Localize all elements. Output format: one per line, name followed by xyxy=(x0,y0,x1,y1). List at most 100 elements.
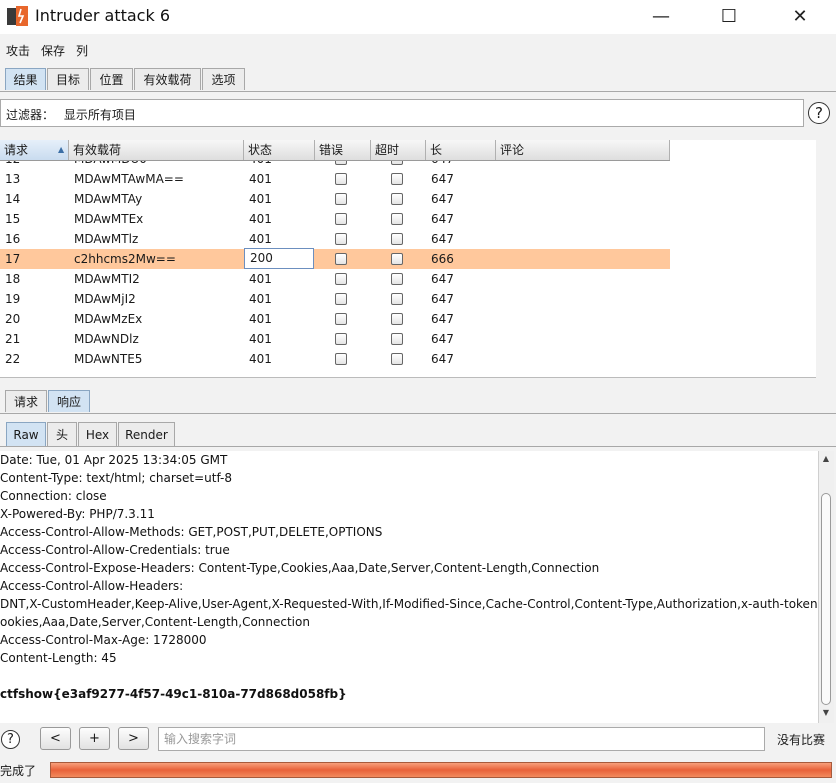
search-prev-button[interactable]: < xyxy=(40,727,71,750)
cell-length: 666 xyxy=(431,252,454,266)
search-input[interactable] xyxy=(158,727,765,751)
cell-length: 647 xyxy=(431,272,454,286)
column-header-timeout[interactable]: 超时 xyxy=(371,140,426,160)
column-header-request[interactable]: 请求 ▲ xyxy=(0,140,69,160)
tab-response[interactable]: 响应 xyxy=(48,390,90,412)
cell-length: 647 xyxy=(431,332,454,346)
tab-results[interactable]: 结果 xyxy=(5,68,46,90)
cell-payload: MDAwMTAwMA== xyxy=(74,172,184,186)
cell-payload: c2hhcms2Mw== xyxy=(74,252,176,266)
cell-length: 647 xyxy=(431,212,454,226)
error-checkbox xyxy=(335,213,347,225)
cell-request: 19 xyxy=(5,292,21,306)
cell-status: 200 xyxy=(244,248,314,269)
response-line: Content-Length: 45 xyxy=(0,651,117,665)
cell-request: 16 xyxy=(5,232,21,246)
minimize-button[interactable]: — xyxy=(638,0,684,32)
cell-request: 20 xyxy=(5,312,21,326)
tab-hex[interactable]: Hex xyxy=(78,422,117,446)
column-header-length[interactable]: 长 xyxy=(426,140,496,160)
tab-payloads[interactable]: 有效载荷 xyxy=(134,68,201,90)
sort-ascending-icon: ▲ xyxy=(58,145,65,154)
response-viewer[interactable]: Date: Tue, 01 Apr 2025 13:34:05 GMT Conte… xyxy=(0,451,818,723)
timeout-checkbox xyxy=(391,233,403,245)
attack-tabs: 结果 目标 位置 有效载荷 选项 xyxy=(0,67,836,92)
cell-status: 401 xyxy=(249,212,272,226)
tab-options[interactable]: 选项 xyxy=(202,68,245,90)
response-line: Date: Tue, 01 Apr 2025 13:34:05 GMT xyxy=(0,453,228,467)
cell-status: 401 xyxy=(249,172,272,186)
response-line: Access-Control-Allow-Headers: xyxy=(0,579,184,593)
help-icon[interactable]: ? xyxy=(1,730,20,749)
table-row[interactable]: 18 MDAwMTI2 401 647 xyxy=(0,269,670,289)
maximize-button[interactable]: ☐ xyxy=(706,0,752,32)
tab-target[interactable]: 目标 xyxy=(47,68,89,90)
error-checkbox xyxy=(335,161,347,165)
response-line: Access-Control-Allow-Credentials: true xyxy=(0,543,230,557)
table-header: 请求 ▲ 有效载荷 状态 错误 超时 长 评论 xyxy=(0,140,670,161)
timeout-checkbox xyxy=(391,293,403,305)
search-add-button[interactable]: + xyxy=(79,727,110,750)
error-checkbox xyxy=(335,173,347,185)
tab-raw[interactable]: Raw xyxy=(6,422,46,446)
table-row[interactable]: 13 MDAwMTAwMA== 401 647 xyxy=(0,169,670,189)
scroll-down-icon[interactable]: ▼ xyxy=(820,707,832,719)
timeout-checkbox xyxy=(391,161,403,165)
table-row[interactable]: 21 MDAwNDlz 401 647 xyxy=(0,329,670,349)
table-row[interactable]: 14 MDAwMTAy 401 647 xyxy=(0,189,670,209)
cell-request: 18 xyxy=(5,272,21,286)
burp-app-icon xyxy=(7,6,28,26)
menu-columns[interactable]: 列 xyxy=(76,42,88,59)
cell-request: 14 xyxy=(5,192,21,206)
response-line: Access-Control-Expose-Headers: Content-T… xyxy=(0,561,600,575)
response-line: Access-Control-Allow-Methods: GET,POST,P… xyxy=(0,525,383,539)
response-scrollbar[interactable]: ▲ ▼ xyxy=(818,451,834,723)
cell-payload: MDAwMTEx xyxy=(74,212,144,226)
timeout-checkbox xyxy=(391,173,403,185)
message-tabs: 请求 响应 xyxy=(0,388,836,414)
close-icon: ✕ xyxy=(792,5,808,27)
close-button[interactable]: ✕ xyxy=(777,0,823,32)
error-checkbox xyxy=(335,353,347,365)
tab-request[interactable]: 请求 xyxy=(5,390,47,412)
view-tabs: Raw 头 Hex Render xyxy=(0,421,836,447)
tab-render[interactable]: Render xyxy=(118,422,175,446)
table-row-partial[interactable]: 12 MDAwMDU0 401 647 xyxy=(0,161,670,169)
table-row[interactable]: 16 MDAwMTlz 401 647 xyxy=(0,229,670,249)
table-row[interactable]: 22 MDAwNTE5 401 647 xyxy=(0,349,670,369)
response-line: X-Powered-By: PHP/7.3.11 xyxy=(0,507,155,521)
filter-bar[interactable]: 过滤器： 显示所有项目 xyxy=(0,99,804,127)
cell-status: 401 xyxy=(249,292,272,306)
scroll-thumb[interactable] xyxy=(821,493,831,705)
error-checkbox xyxy=(335,233,347,245)
cell-status: 401 xyxy=(249,352,272,366)
menu-save[interactable]: 保存 xyxy=(41,42,65,59)
cell-request: 17 xyxy=(5,252,21,266)
timeout-checkbox xyxy=(391,193,403,205)
timeout-checkbox xyxy=(391,213,403,225)
column-header-payload[interactable]: 有效载荷 xyxy=(69,140,244,160)
cell-request: 12 xyxy=(0,161,20,169)
column-header-error[interactable]: 错误 xyxy=(315,140,371,160)
column-header-comment[interactable]: 评论 xyxy=(496,140,670,160)
cell-length: 647 xyxy=(431,232,454,246)
table-row[interactable]: 19 MDAwMjI2 401 647 xyxy=(0,289,670,309)
search-result-count: 没有比赛 xyxy=(777,733,826,747)
table-row[interactable]: 17 c2hhcms2Mw== 200 666 xyxy=(0,248,670,269)
tab-headers[interactable]: 头 xyxy=(47,422,77,446)
scroll-up-icon[interactable]: ▲ xyxy=(820,453,832,465)
table-row[interactable]: 15 MDAwMTEx 401 647 xyxy=(0,209,670,229)
timeout-checkbox xyxy=(391,333,403,345)
cell-request: 15 xyxy=(5,212,21,226)
menu-attack[interactable]: 攻击 xyxy=(6,42,30,59)
column-header-status[interactable]: 状态 xyxy=(244,140,315,160)
search-next-button[interactable]: > xyxy=(118,727,149,750)
cell-status: 401 xyxy=(249,232,272,246)
cell-request: 22 xyxy=(5,352,21,366)
progress-bar xyxy=(50,762,832,778)
cell-length: 647 xyxy=(431,292,454,306)
help-icon[interactable]: ? xyxy=(808,102,830,124)
error-checkbox xyxy=(335,253,347,265)
tab-positions[interactable]: 位置 xyxy=(90,68,133,90)
table-row[interactable]: 20 MDAwMzEx 401 647 xyxy=(0,309,670,329)
